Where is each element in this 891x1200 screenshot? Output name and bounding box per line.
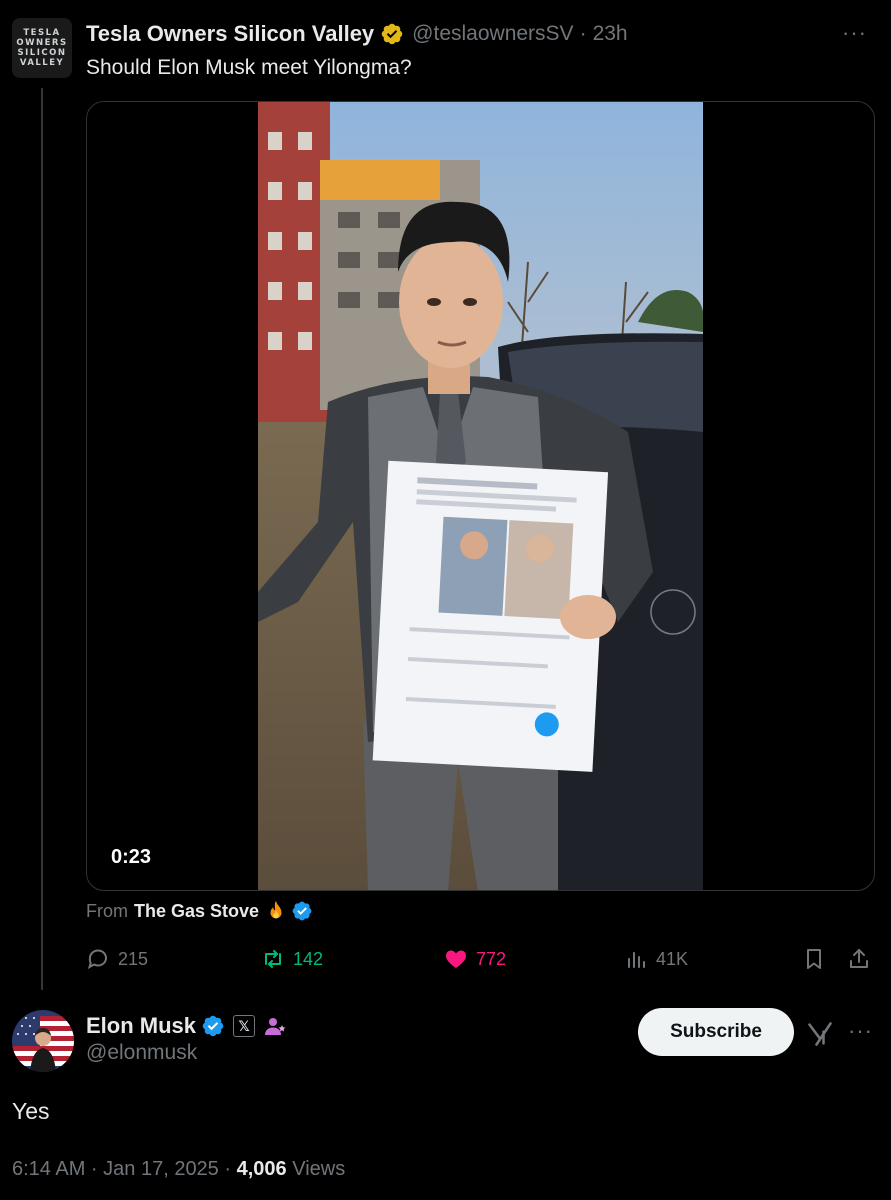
- repost-count: 142: [293, 948, 324, 969]
- tesla-owners-avatar[interactable]: TESLA OWNERS SILICON VALLEY: [12, 18, 72, 78]
- reply-author-row: Elon Musk 𝕏: [86, 1012, 287, 1040]
- repost-button[interactable]: 142: [261, 944, 323, 974]
- thread-line: [41, 88, 43, 990]
- speech-bubble-icon: [87, 949, 107, 970]
- views-label: Views: [292, 1158, 346, 1180]
- tweet-action-bar: 215 142 772 41K: [86, 944, 875, 974]
- reply-button[interactable]: 215: [86, 944, 148, 974]
- views-button[interactable]: 41K: [624, 944, 688, 974]
- avatar-text-line: SILICON: [17, 48, 67, 58]
- avatar-text-line: OWNERS: [16, 38, 68, 48]
- share-upload-icon: [850, 949, 868, 968]
- tweet-time[interactable]: 23h: [593, 22, 628, 46]
- verified-gold-badge-icon[interactable]: [380, 22, 404, 46]
- views-count: 4,006: [236, 1158, 287, 1180]
- tweet-meta: 6:14 AM · Jan 17, 2025 · 4,006 Views: [12, 1158, 345, 1181]
- author-handle[interactable]: @teslaownersSV: [412, 22, 573, 46]
- more-options-button[interactable]: ···: [848, 1018, 873, 1044]
- verified-blue-badge-icon[interactable]: [291, 900, 313, 922]
- more-options-button[interactable]: ···: [842, 20, 867, 46]
- repost-arrows-icon: [265, 950, 281, 968]
- author-handle[interactable]: @elonmusk: [86, 1041, 197, 1065]
- x-affiliation-badge[interactable]: 𝕏: [233, 1015, 256, 1037]
- subscribe-button[interactable]: Subscribe: [638, 1008, 794, 1056]
- bookmark-icon: [807, 949, 821, 969]
- like-button[interactable]: 772: [444, 944, 506, 974]
- avatar-text-line: TESLA: [23, 28, 61, 38]
- bar-chart-icon: [628, 952, 645, 968]
- like-count: 772: [476, 948, 507, 969]
- video-player[interactable]: 0:23: [86, 101, 875, 891]
- reply-tweet[interactable]: Elon Musk 𝕏 @elonmusk Subscribe ··· Yes …: [0, 990, 891, 1200]
- parent-tweet[interactable]: TESLA OWNERS SILICON VALLEY Tesla Owners…: [0, 0, 891, 990]
- affiliate-people-icon[interactable]: [263, 1014, 287, 1038]
- author-name[interactable]: Tesla Owners Silicon Valley: [86, 21, 374, 47]
- elon-musk-avatar[interactable]: [12, 1010, 74, 1072]
- video-frame[interactable]: [258, 102, 703, 891]
- share-button[interactable]: [847, 944, 871, 974]
- video-duration: 0:23: [111, 846, 152, 868]
- reply-count: 215: [118, 948, 149, 969]
- author-name[interactable]: Elon Musk: [86, 1013, 196, 1039]
- bookmark-button[interactable]: [802, 944, 826, 974]
- from-label: From: [86, 900, 128, 921]
- tweet-text: Yes: [12, 1098, 50, 1124]
- separator-dot: ·: [579, 22, 587, 45]
- fire-emoji-icon: [270, 900, 282, 919]
- tweet-timestamp[interactable]: 6:14 AM · Jan 17, 2025 ·: [12, 1158, 231, 1180]
- media-source-attribution: From The Gas Stove: [86, 898, 313, 924]
- verified-blue-badge-icon[interactable]: [201, 1014, 225, 1038]
- views-count: 41K: [656, 948, 689, 969]
- heart-filled-icon: [446, 950, 466, 968]
- tweet-text: Should Elon Musk meet Yilongma?: [86, 56, 412, 79]
- source-account-name[interactable]: The Gas Stove: [134, 901, 259, 922]
- parent-tweet-header: Tesla Owners Silicon Valley @teslaowners…: [86, 20, 628, 48]
- avatar-text-line: VALLEY: [19, 58, 65, 68]
- grok-icon[interactable]: [806, 1020, 834, 1048]
